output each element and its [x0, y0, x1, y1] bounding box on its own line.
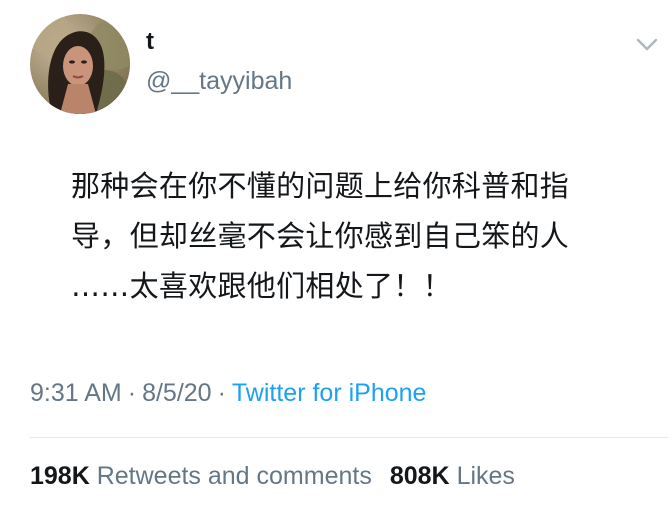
avatar[interactable]: [30, 14, 130, 114]
likes-stat[interactable]: 808K Likes: [390, 462, 515, 490]
tweet-source-link[interactable]: Twitter for iPhone: [232, 379, 427, 407]
tweet-date[interactable]: 8/5/20: [142, 379, 212, 407]
author-handle[interactable]: @__tayyibah: [146, 69, 292, 94]
divider: [30, 437, 668, 438]
tweet-text: 那种会在你不懂的问题上给你科普和指 导，但却丝毫不会让你感到自己笨的人 ……太喜…: [71, 169, 570, 303]
chevron-down-icon[interactable]: [635, 36, 659, 54]
profile-photo: [30, 14, 130, 114]
meta-separator: ·: [127, 379, 137, 407]
retweets-count: 198K: [30, 462, 90, 490]
tweet-time[interactable]: 9:31 AM: [30, 379, 122, 407]
likes-count: 808K: [389, 462, 450, 490]
retweets-label: Retweets and comments: [96, 462, 372, 490]
likes-label: Likes: [456, 462, 515, 490]
author-display-name[interactable]: t: [146, 30, 154, 54]
tweet-stats: 198K Retweets and comments 808K Likes: [30, 464, 515, 489]
meta-separator: ·: [217, 379, 226, 407]
tweet-meta: 9:31 AM · 8/5/20 · Twitter for iPhone: [30, 381, 426, 406]
retweets-stat[interactable]: 198K Retweets and comments: [30, 462, 372, 490]
